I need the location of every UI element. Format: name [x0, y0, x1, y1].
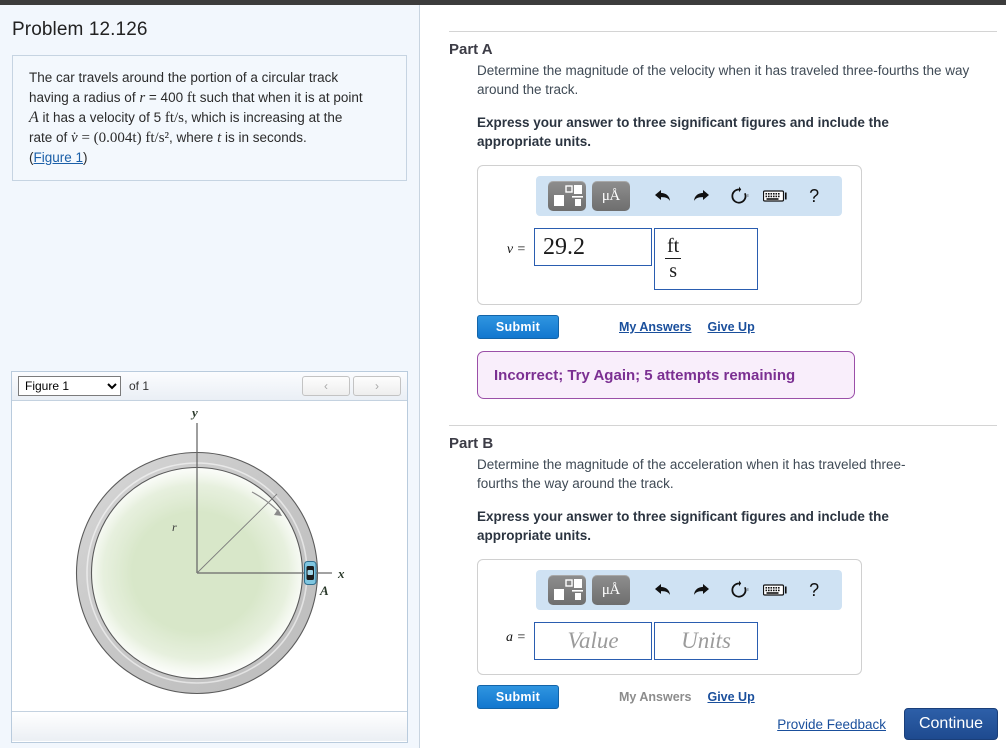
part-b-input-row: a = Value Units — [490, 622, 849, 660]
unit-ft-per-s: ft/s — [164, 110, 185, 126]
figure-canvas: y x r A — [12, 401, 407, 711]
right-panel: Part A Determine the magnitude of the ve… — [421, 5, 1006, 748]
car-marker — [304, 561, 317, 585]
part-b-instruction: Express your answer to three significant… — [477, 509, 889, 543]
part-a-feedback-alert: Incorrect; Try Again; 5 attempts remaini… — [477, 351, 855, 399]
part-b-submit-button[interactable]: Submit — [477, 685, 559, 709]
part-b-variable-label: a = — [506, 630, 526, 645]
provide-feedback-link[interactable]: Provide Feedback — [777, 717, 886, 732]
part-a-toolbar: μÅ ? — [536, 176, 842, 216]
figure-nav-group: ‹ › — [302, 376, 401, 396]
units-denominator: s — [669, 260, 677, 282]
point-label-A: A — [319, 583, 329, 598]
statement-line-4c: is in seconds. — [221, 130, 307, 145]
radius-label: r — [172, 520, 177, 534]
template-icon[interactable] — [548, 575, 586, 605]
part-a-input-row: v = 29.2 ft s — [490, 228, 849, 290]
part-b-answer-card: μÅ ? a = Value Units — [477, 559, 862, 675]
part-a-answer-card: μÅ ? v = 29.2 ft s — [477, 165, 862, 305]
paren-close: ) — [83, 150, 88, 165]
statement-line-3b: , which is increasing at the — [184, 110, 343, 125]
part-b-value-placeholder: Value — [567, 628, 619, 653]
part-a-instruction: Express your answer to three significant… — [477, 115, 889, 149]
part-a-units-input[interactable]: ft s — [654, 228, 758, 290]
units-fraction: ft s — [665, 235, 682, 282]
part-b-section: Part B Determine the magnitude of the ac… — [449, 425, 997, 709]
expression-rate: (0.004t) — [93, 130, 142, 146]
statement-line-2c: such that when it is at point — [196, 90, 363, 105]
figure-1-link[interactable]: Figure 1 — [34, 150, 84, 165]
unit-ft: ft — [186, 90, 197, 106]
redo-icon[interactable] — [685, 575, 717, 605]
figure-next-button[interactable]: › — [353, 376, 401, 396]
equals-sign: = — [77, 130, 94, 146]
undo-icon[interactable] — [648, 181, 680, 211]
part-a-give-up-link[interactable]: Give Up — [707, 320, 754, 334]
units-icon-glyph: μÅ — [601, 581, 620, 598]
undo-icon[interactable] — [648, 575, 680, 605]
figure-prev-button[interactable]: ‹ — [302, 376, 350, 396]
statement-line-4a: rate of — [29, 130, 72, 145]
part-b-question: Determine the magnitude of the accelerat… — [477, 457, 906, 491]
figure-panel-footer — [12, 711, 407, 741]
part-b-toolbar: μÅ ? — [536, 570, 842, 610]
statement-line-2a: having a radius of — [29, 90, 140, 105]
statement-line-4b: , where — [169, 130, 218, 145]
symbol-A: A — [29, 109, 39, 126]
unit-ft-per-s2: ft/s² — [145, 130, 170, 146]
page-root: Problem 12.126 The car travels around th… — [0, 0, 1006, 748]
figure-selector[interactable]: Figure 1 — [18, 376, 121, 396]
figure-panel: Figure 1 of 1 ‹ › y x r A — [11, 371, 408, 743]
statement-line-2b: = 400 — [145, 90, 187, 105]
axis-label-y: y — [190, 405, 198, 420]
circular-track-diagram: y x r A — [75, 405, 345, 695]
part-b-heading: Part B — [449, 435, 494, 452]
units-icon[interactable]: μÅ — [592, 181, 630, 211]
part-b-my-answers-link[interactable]: My Answers — [619, 690, 691, 704]
part-b-value-input[interactable]: Value — [534, 622, 652, 660]
part-a-variable-label: v = — [506, 242, 526, 257]
keyboard-icon[interactable] — [761, 181, 793, 211]
part-b-button-row: Submit My Answers Give Up — [477, 685, 997, 709]
units-icon[interactable]: μÅ — [592, 575, 630, 605]
units-numerator: ft — [665, 235, 682, 259]
part-a-section: Part A Determine the magnitude of the ve… — [449, 31, 997, 399]
keyboard-icon[interactable] — [761, 575, 793, 605]
part-a-my-answers-link[interactable]: My Answers — [619, 320, 691, 334]
statement-line-1: The car travels around the portion of a … — [29, 70, 339, 85]
part-b-body: Determine the magnitude of the accelerat… — [449, 455, 997, 709]
continue-button[interactable]: Continue — [904, 708, 998, 740]
axis-label-x: x — [337, 566, 345, 581]
statement-line-3a: it has a velocity of 5 — [38, 110, 165, 125]
part-b-give-up-link[interactable]: Give Up — [707, 690, 754, 704]
page-title: Problem 12.126 — [12, 19, 148, 40]
reset-icon[interactable] — [723, 181, 755, 211]
part-a-submit-button[interactable]: Submit — [477, 315, 559, 339]
help-icon[interactable]: ? — [798, 575, 830, 605]
part-a-question: Determine the magnitude of the velocity … — [477, 63, 970, 97]
help-icon[interactable]: ? — [798, 181, 830, 211]
figure-count-label: of 1 — [129, 379, 150, 393]
left-panel: Problem 12.126 The car travels around th… — [0, 5, 420, 748]
page-footer: Provide Feedback Continue — [421, 708, 1006, 740]
part-b-units-input[interactable]: Units — [654, 622, 758, 660]
reset-icon[interactable] — [723, 575, 755, 605]
template-icon[interactable] — [548, 181, 586, 211]
units-icon-glyph: μÅ — [601, 187, 620, 204]
symbol-vdot: v̇ — [71, 130, 78, 146]
part-a-button-row: Submit My Answers Give Up — [477, 315, 997, 339]
figure-panel-header: Figure 1 of 1 ‹ › — [12, 372, 407, 401]
part-a-value-input[interactable]: 29.2 — [534, 228, 652, 266]
part-b-units-placeholder: Units — [681, 628, 731, 653]
part-a-heading: Part A — [449, 41, 493, 58]
problem-statement: The car travels around the portion of a … — [12, 55, 407, 181]
redo-icon[interactable] — [685, 181, 717, 211]
part-a-body: Determine the magnitude of the velocity … — [449, 61, 997, 399]
